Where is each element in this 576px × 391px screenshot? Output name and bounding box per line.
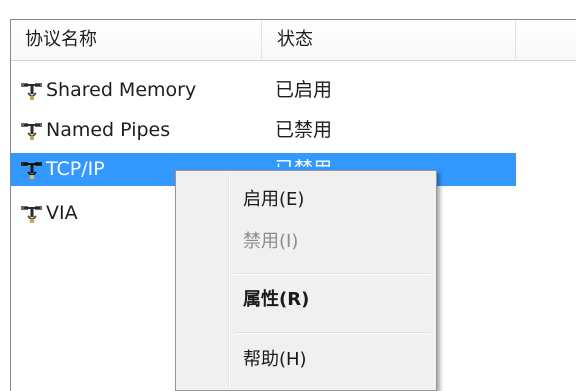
menu-item-enable[interactable]: 启用(E) <box>178 181 434 219</box>
protocol-name: TCP/IP <box>46 158 105 180</box>
protocol-name: VIA <box>46 202 78 224</box>
protocol-list-window: 协议名称 状态 Shared Memory 已启用 Named Pipes 已禁… <box>0 0 576 391</box>
menu-item-help[interactable]: 帮助(H) <box>178 341 434 379</box>
column-header-status[interactable]: 状态 <box>277 20 313 60</box>
menu-item-label: 属性(R) <box>243 289 310 310</box>
menu-item-disable[interactable]: 禁用(I) <box>178 223 434 261</box>
list-item-shared-memory[interactable]: Shared Memory 已启用 <box>11 74 531 107</box>
menu-item-properties[interactable]: 属性(R) <box>178 281 434 319</box>
column-divider[interactable] <box>515 20 516 60</box>
protocol-status: 已禁用 <box>275 153 332 167</box>
menu-separator <box>234 332 430 334</box>
menu-item-label: 帮助(H) <box>243 349 307 370</box>
menu-separator <box>234 273 430 275</box>
protocol-icon <box>21 162 42 179</box>
protocol-icon <box>21 123 42 140</box>
list-item-named-pipes[interactable]: Named Pipes 已禁用 <box>11 114 531 147</box>
protocol-name: Named Pipes <box>46 119 171 141</box>
column-header-protocol-name[interactable]: 协议名称 <box>25 20 97 60</box>
protocol-icon <box>21 83 42 100</box>
list-header: 协议名称 状态 <box>11 20 576 61</box>
protocol-icon <box>21 206 42 223</box>
menu-item-label: 启用(E) <box>243 189 305 210</box>
context-menu: 启用(E) 禁用(I) 属性(R) 帮助(H) <box>175 170 437 391</box>
menu-item-label: 禁用(I) <box>243 231 299 252</box>
protocol-status: 已禁用 <box>275 119 333 141</box>
protocol-status: 已启用 <box>275 79 333 101</box>
protocol-name: Shared Memory <box>46 79 197 101</box>
column-divider[interactable] <box>261 20 262 60</box>
